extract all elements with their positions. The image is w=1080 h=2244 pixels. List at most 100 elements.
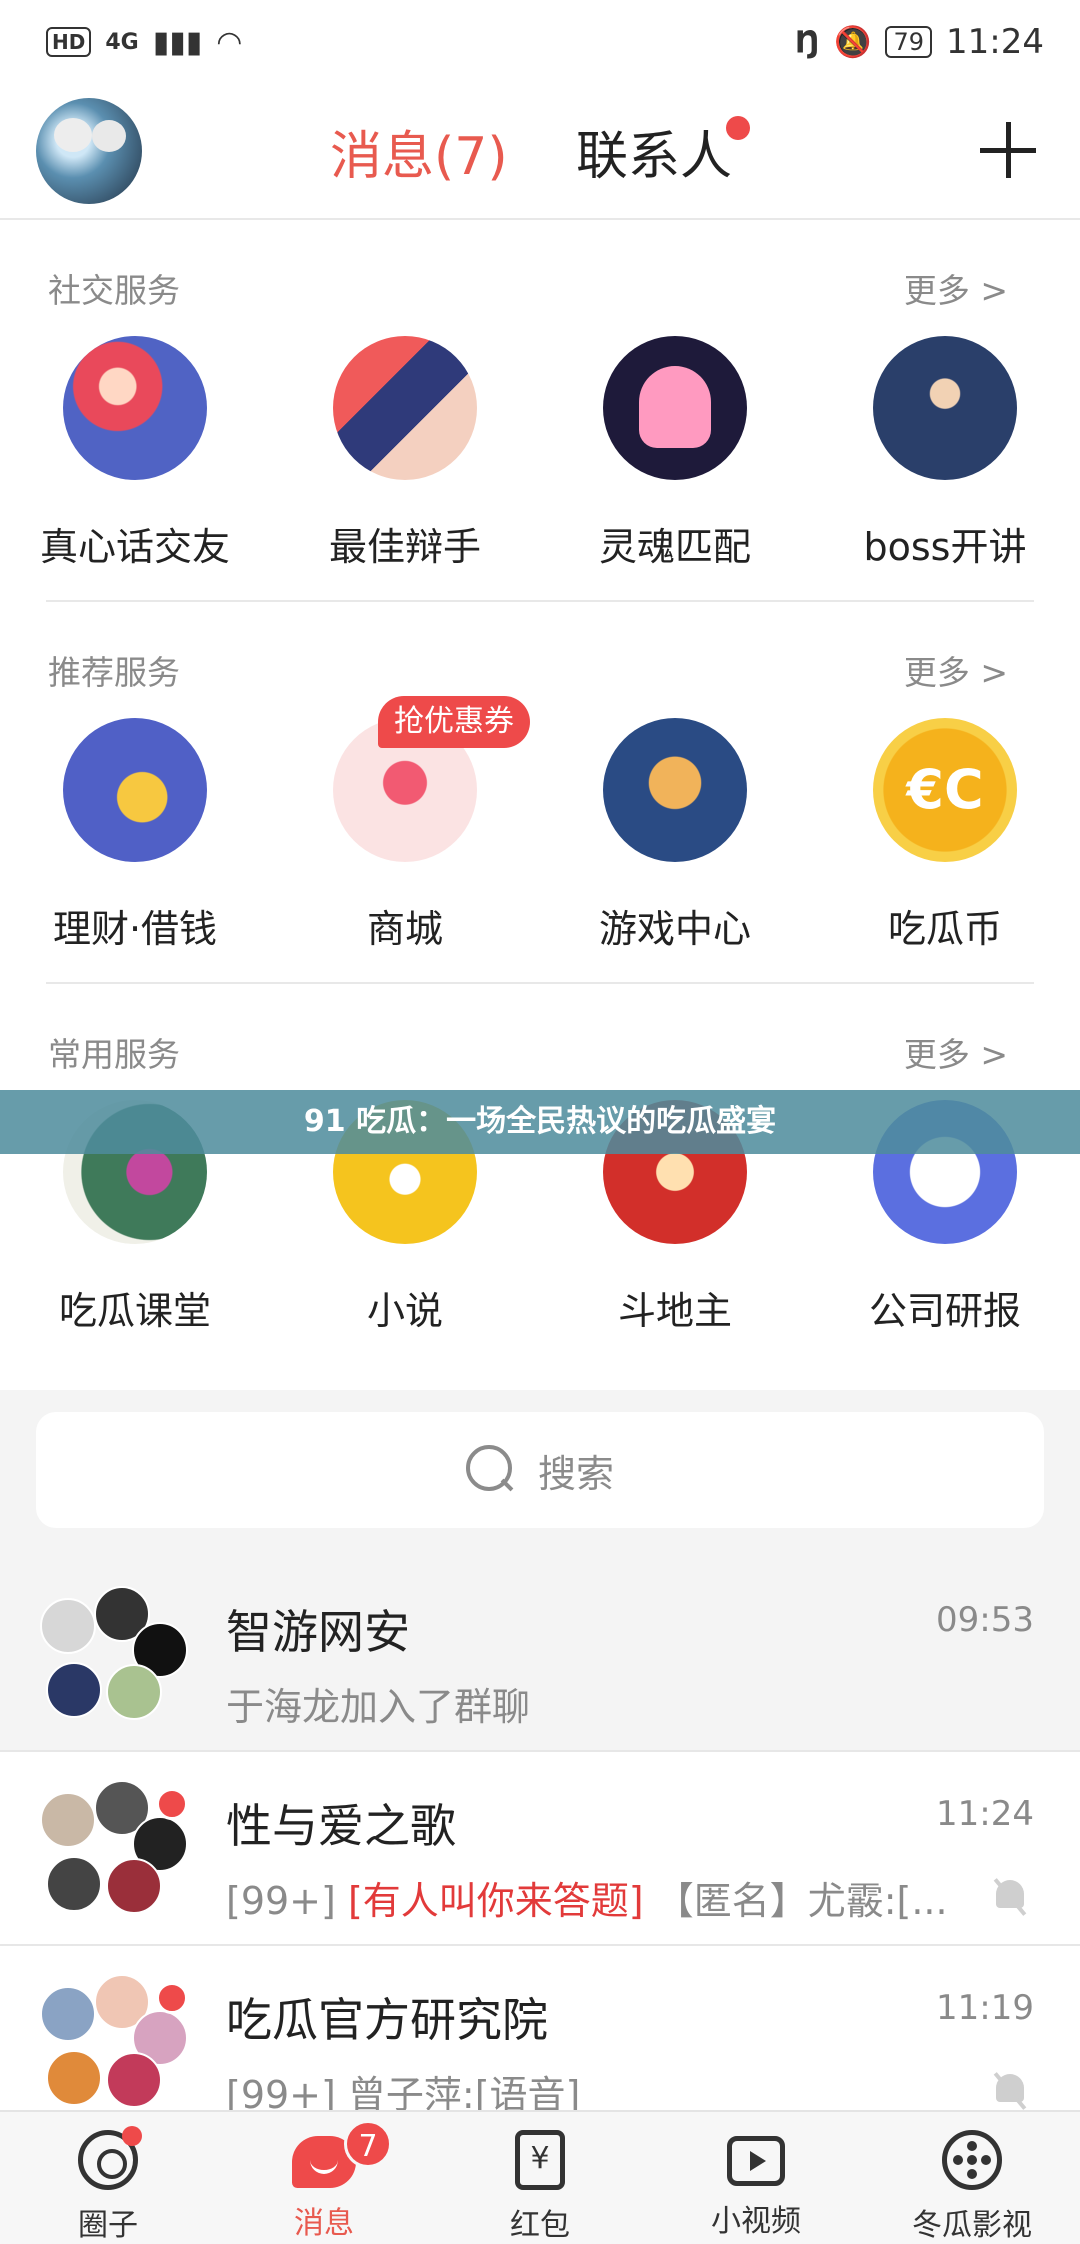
coin-glyph: €C <box>906 758 984 821</box>
service-label: 吃瓜课堂 <box>58 1289 211 1333</box>
service-best-debater[interactable]: 最佳辩手 <box>270 336 540 571</box>
nav-movies[interactable]: 冬瓜影视 <box>864 2112 1080 2244</box>
bottom-navigation: 圈子 7 消息 红包 小视频 冬瓜影视 <box>0 2110 1080 2244</box>
chat-item[interactable]: 智游网安 09:53 于海龙加入了群聊 <box>0 1558 1080 1752</box>
tab-messages[interactable]: 消息(7) <box>330 114 508 189</box>
search-placeholder: 搜索 <box>537 1451 614 1496</box>
preview-text: 【匿名】尤霰:[... <box>655 1879 948 1923</box>
nav-short-video[interactable]: 小视频 <box>648 2112 864 2244</box>
speaker-icon <box>873 336 1017 480</box>
chat-time: 09:53 <box>936 1600 1034 1640</box>
chat-item[interactable]: 性与爱之歌 11:24 [99+] [有人叫你来答题] 【匿名】尤霰:[... <box>0 1752 1080 1946</box>
wifi-icon: ◠ <box>216 24 243 60</box>
search-area: 搜索 <box>0 1390 1080 1558</box>
more-link[interactable]: 更多 > <box>904 264 1008 312</box>
contacts-notification-dot <box>726 116 750 140</box>
vr-gamer-icon <box>603 718 747 862</box>
service-label: 吃瓜币 <box>887 907 1002 951</box>
member-avatar <box>46 2050 102 2106</box>
tab-contacts[interactable]: 联系人 <box>576 114 732 189</box>
group-avatar <box>40 1974 190 2114</box>
nav-notification-dot <box>122 2126 142 2146</box>
muted-bell-icon <box>992 2070 1028 2110</box>
member-avatar <box>46 1662 102 1718</box>
service-label: 最佳辩手 <box>328 525 481 569</box>
service-label: 真心话交友 <box>39 525 230 569</box>
section-title: 常用服务 <box>48 1035 180 1074</box>
service-game-center[interactable]: 游戏中心 <box>540 718 810 953</box>
member-avatar <box>106 1664 162 1720</box>
service-truth-dating[interactable]: 真心话交友 <box>0 336 270 571</box>
signal-icon: ▮▮▮ <box>152 24 203 60</box>
member-avatar <box>40 1792 96 1848</box>
nav-label: 红包 <box>510 2208 570 2243</box>
chat-preview: [99+] [有人叫你来答题] 【匿名】尤霰:[... <box>226 1870 948 1925</box>
ghost-icon <box>603 336 747 480</box>
recommended-services-section: 推荐服务 更多 > 理财·借钱 商城 游戏中心 €C 吃瓜币 <box>0 602 1080 984</box>
chat-time: 11:19 <box>936 1988 1034 2028</box>
mute-icon: 🔕 <box>834 24 872 60</box>
coin-icon: €C <box>873 718 1017 862</box>
coin-stack-icon <box>63 718 207 862</box>
service-label: 小说 <box>366 1289 443 1333</box>
video-play-icon <box>727 2136 785 2186</box>
status-bar: HD 4G ▮▮▮ ◠ Ŋ 🔕 79 11:24 <box>0 0 1080 84</box>
nav-circle[interactable]: 圈子 <box>0 2112 216 2244</box>
unread-dot <box>156 1788 188 1820</box>
red-packet-icon <box>515 2130 565 2190</box>
section-title: 社交服务 <box>48 271 180 310</box>
service-finance[interactable]: 理财·借钱 <box>0 718 270 953</box>
nav-messages[interactable]: 7 消息 <box>216 2112 432 2244</box>
clock: 11:24 <box>946 22 1044 62</box>
service-label: 斗地主 <box>617 1289 732 1333</box>
status-right: Ŋ 🔕 79 11:24 <box>795 22 1044 62</box>
muted-bell-icon <box>992 1876 1028 1916</box>
nav-red-packet[interactable]: 红包 <box>432 2112 648 2244</box>
service-label: 灵魂匹配 <box>598 525 751 569</box>
chat-name: 吃瓜官方研究院 <box>226 1993 548 2047</box>
more-link[interactable]: 更多 > <box>904 646 1008 694</box>
message-count-badge: 7 <box>344 2120 392 2168</box>
top-header: 消息(7) 联系人 <box>0 84 1080 220</box>
service-label: 商城 <box>366 907 443 951</box>
film-reel-icon <box>942 2130 1002 2190</box>
member-avatar <box>40 1598 96 1654</box>
search-input[interactable]: 搜索 <box>36 1412 1044 1528</box>
battery-icon: 79 <box>885 26 933 58</box>
service-soul-match[interactable]: 灵魂匹配 <box>540 336 810 571</box>
headline-banner: 91 吃瓜：一场全民热议的吃瓜盛宴 <box>0 1090 1080 1154</box>
common-services-section: 常用服务 更多 > 吃瓜课堂 小说 斗地主 公司研报 <box>0 984 1080 1390</box>
hd-indicator: HD <box>46 27 92 57</box>
coupon-badge[interactable]: 抢优惠券 <box>378 696 530 748</box>
service-boss-talk[interactable]: boss开讲 <box>810 336 1080 571</box>
group-avatar <box>40 1586 190 1726</box>
search-icon <box>465 1445 516 1495</box>
nav-label: 圈子 <box>78 2208 138 2243</box>
debater-icon <box>333 336 477 480</box>
chat-name: 智游网安 <box>226 1605 410 1659</box>
member-avatar <box>106 2052 162 2108</box>
more-link[interactable]: 更多 > <box>904 1028 1008 1076</box>
chat-preview: 于海龙加入了群聊 <box>226 1685 531 1729</box>
network-type: 4G <box>105 29 139 55</box>
service-label: 游戏中心 <box>598 907 751 951</box>
user-avatar[interactable] <box>36 98 142 204</box>
service-melon-coin[interactable]: €C 吃瓜币 <box>810 718 1080 953</box>
unread-dot <box>156 1982 188 2014</box>
section-title: 推荐服务 <box>48 653 180 692</box>
service-mall[interactable]: 商城 <box>270 718 540 953</box>
nav-label: 冬瓜影视 <box>912 2208 1032 2243</box>
service-label: boss开讲 <box>863 525 1027 569</box>
nav-label: 消息 <box>294 2206 354 2241</box>
add-plus-icon[interactable] <box>980 122 1036 178</box>
member-avatar <box>46 1856 102 1912</box>
status-left: HD 4G ▮▮▮ ◠ <box>46 25 242 60</box>
social-services-section: 社交服务 更多 > 真心话交友 最佳辩手 灵魂匹配 boss开讲 <box>0 220 1080 602</box>
chat-name: 性与爱之歌 <box>226 1799 456 1853</box>
chat-time: 11:24 <box>936 1794 1034 1834</box>
service-grid: 理财·借钱 商城 游戏中心 €C 吃瓜币 <box>0 718 1080 953</box>
unread-count: [99+] <box>226 1879 336 1923</box>
truth-dating-icon <box>63 336 207 480</box>
member-avatar <box>40 1986 96 2042</box>
member-avatar <box>106 1858 162 1914</box>
